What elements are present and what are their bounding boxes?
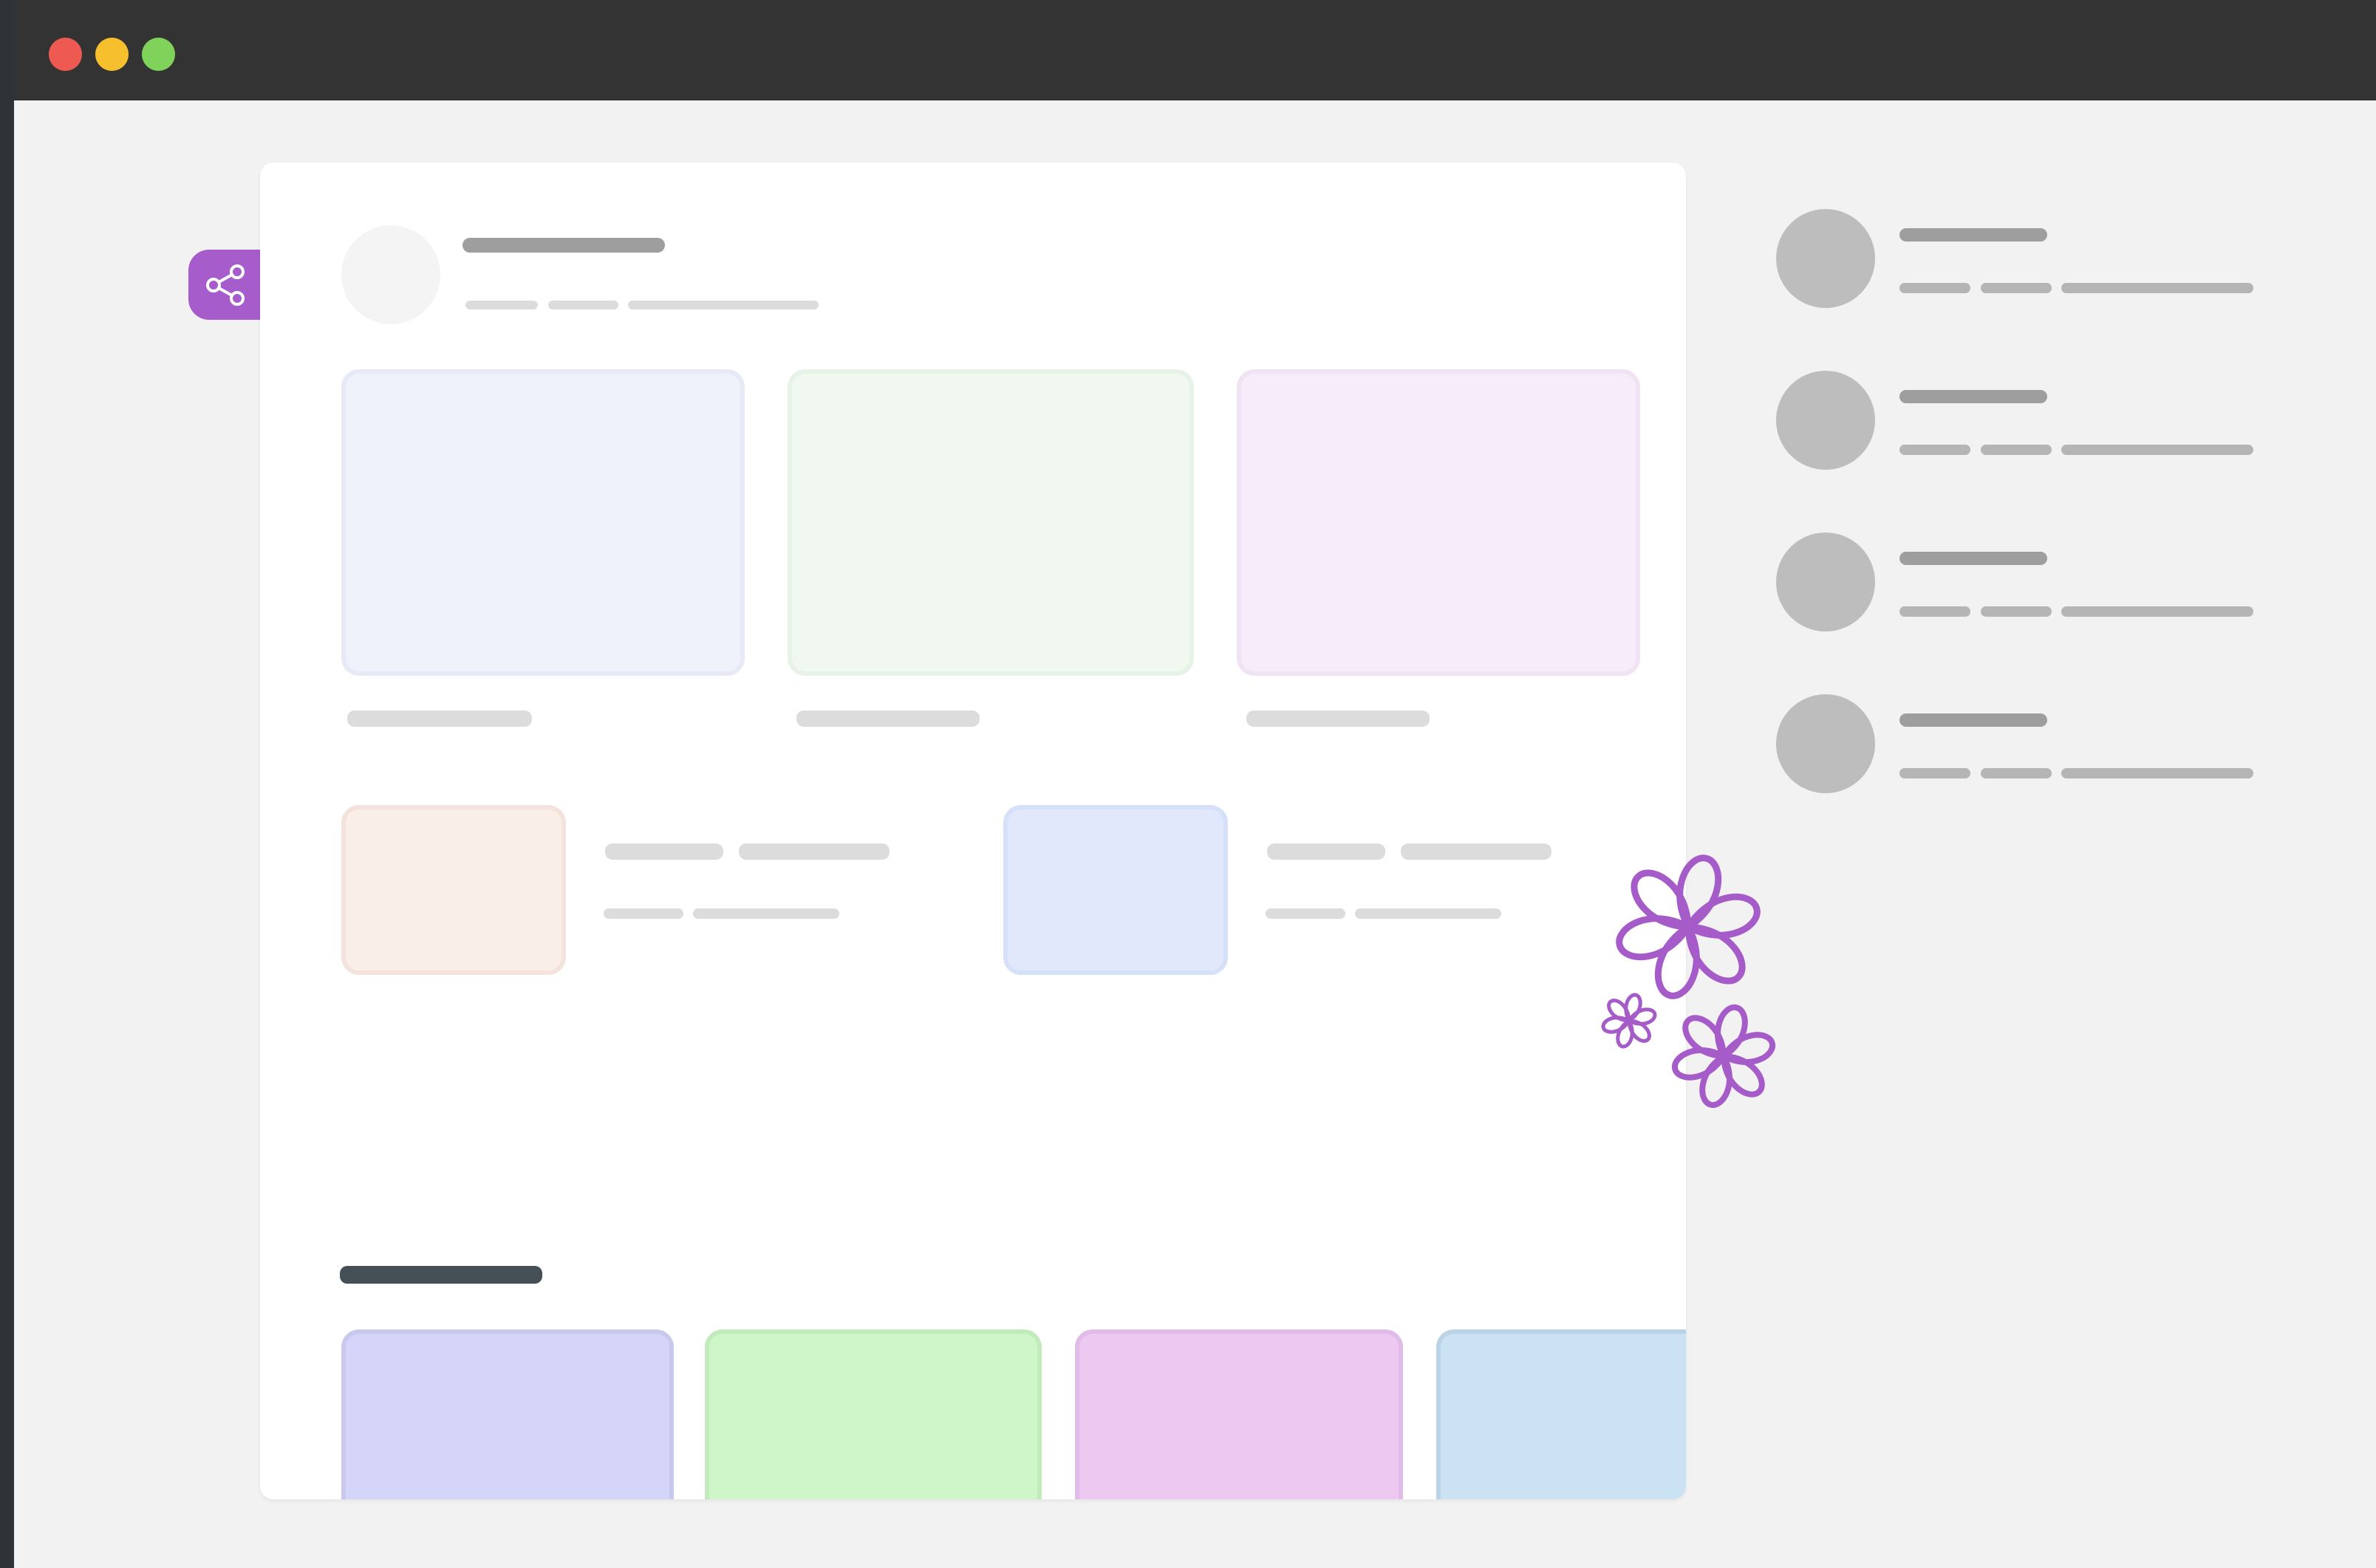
title-placeholder bbox=[1899, 228, 2047, 242]
title-placeholder bbox=[1899, 390, 2047, 403]
meta-placeholder bbox=[1981, 445, 2052, 455]
meta-placeholder bbox=[1899, 606, 1970, 617]
title-placeholder bbox=[1899, 552, 2047, 565]
profile-meta-placeholder bbox=[548, 301, 618, 309]
text-line-placeholder bbox=[739, 843, 890, 860]
thumbnail-placeholder[interactable] bbox=[341, 805, 566, 975]
flower-petal bbox=[1631, 869, 1692, 931]
thumbnail-placeholder[interactable] bbox=[1003, 805, 1228, 975]
text-line-placeholder bbox=[605, 843, 723, 860]
title-placeholder bbox=[1899, 713, 2047, 727]
section-heading-placeholder bbox=[340, 1266, 542, 1284]
card-placeholder[interactable] bbox=[788, 369, 1194, 676]
meta-placeholder bbox=[1981, 606, 2052, 617]
text-line-placeholder bbox=[1401, 843, 1551, 860]
meta-placeholder bbox=[1899, 283, 1970, 293]
gallery-tile[interactable] bbox=[705, 1329, 1042, 1499]
profile-meta-placeholder bbox=[628, 301, 819, 309]
avatar-placeholder bbox=[1776, 694, 1875, 793]
meta-placeholder bbox=[2061, 606, 2253, 617]
meta-placeholder bbox=[1899, 768, 1970, 778]
text-line-placeholder bbox=[1355, 908, 1501, 919]
gallery-tile[interactable] bbox=[1075, 1329, 1403, 1499]
profile-avatar-placeholder bbox=[341, 225, 440, 324]
gallery-tile[interactable] bbox=[1436, 1329, 1686, 1499]
maximize-button[interactable] bbox=[142, 38, 175, 71]
text-line-placeholder bbox=[1267, 843, 1385, 860]
avatar-placeholder bbox=[1776, 533, 1875, 631]
meta-placeholder bbox=[2061, 283, 2253, 293]
close-button[interactable] bbox=[49, 38, 82, 71]
profile-meta-placeholder bbox=[465, 301, 538, 309]
profile-name-placeholder bbox=[462, 238, 665, 253]
meta-placeholder bbox=[2061, 768, 2253, 778]
main-content-card bbox=[260, 162, 1686, 1499]
card-caption-placeholder bbox=[347, 711, 532, 727]
flower-petal bbox=[1607, 999, 1631, 1023]
card-placeholder[interactable] bbox=[341, 369, 745, 676]
gallery-tile[interactable] bbox=[341, 1329, 674, 1499]
text-line-placeholder bbox=[693, 908, 839, 919]
share-icon bbox=[206, 264, 245, 306]
card-caption-placeholder bbox=[1246, 711, 1430, 727]
meta-placeholder bbox=[1981, 283, 2052, 293]
text-line-placeholder bbox=[604, 908, 683, 919]
avatar-placeholder bbox=[1776, 371, 1875, 470]
meta-placeholder bbox=[1981, 768, 2052, 778]
card-placeholder[interactable] bbox=[1237, 369, 1640, 676]
meta-placeholder bbox=[2061, 445, 2253, 455]
avatar-placeholder bbox=[1776, 209, 1875, 308]
share-button[interactable] bbox=[188, 250, 262, 320]
minimize-button[interactable] bbox=[95, 38, 129, 71]
text-line-placeholder bbox=[1266, 908, 1345, 919]
flower-petal bbox=[1682, 1015, 1727, 1059]
card-caption-placeholder bbox=[796, 711, 980, 727]
flower-icon bbox=[1601, 855, 1775, 1108]
title-bar bbox=[14, 0, 2376, 100]
meta-placeholder bbox=[1899, 445, 1970, 455]
